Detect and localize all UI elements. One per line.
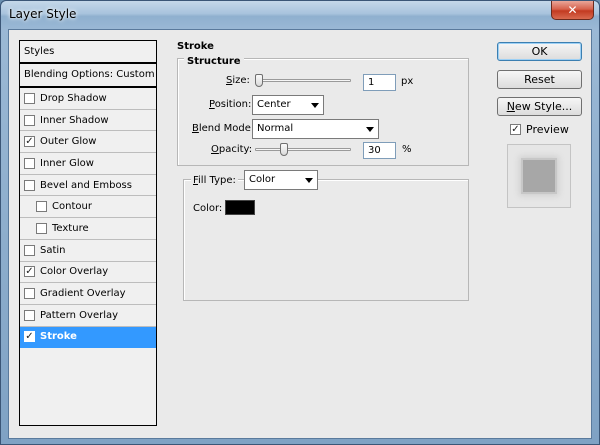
style-item-label: Gradient Overlay [40, 288, 126, 300]
dialog-body: Styles Blending Options: Custom Drop Sha… [8, 29, 592, 439]
reset-button[interactable]: Reset [497, 70, 582, 89]
style-item-label: Pattern Overlay [40, 309, 119, 321]
preview-toggle[interactable]: ✓ Preview [510, 123, 569, 136]
style-item-label: Inner Glow [40, 157, 94, 169]
opacity-label: Opacity: [211, 144, 253, 155]
style-checkbox[interactable] [36, 222, 47, 234]
style-items: Drop Shadow Inner Shadow ✓ Outer Glow Inner … [20, 88, 156, 349]
style-item-color-overlay[interactable]: ✓ Color Overlay [20, 261, 156, 284]
fill-type-value: Color [249, 174, 276, 185]
preview-swatch [523, 160, 555, 192]
style-item-texture[interactable]: Texture [20, 218, 156, 240]
style-item-outer-glow[interactable]: ✓ Outer Glow [20, 131, 156, 154]
chevron-down-icon [305, 178, 313, 183]
blend-mode-value: Normal [257, 123, 294, 134]
style-item-inner-glow[interactable]: Inner Glow [20, 153, 156, 175]
style-item-inner-shadow[interactable]: Inner Shadow [20, 109, 156, 132]
window-title: Layer Style [9, 7, 77, 21]
opacity-input[interactable]: 30 [363, 142, 396, 159]
style-item-stroke[interactable]: ✓ Stroke [20, 326, 156, 349]
style-item-label: Contour [52, 201, 92, 213]
stroke-section-title: Stroke [177, 41, 214, 52]
style-item-label: Outer Glow [40, 136, 97, 148]
style-checkbox[interactable] [24, 114, 35, 126]
preview-label: Preview [526, 123, 569, 136]
structure-title: Structure [184, 56, 244, 67]
opacity-slider-track[interactable] [255, 148, 351, 151]
size-label: Size: [226, 75, 250, 86]
style-item-label: Drop Shadow [40, 92, 107, 104]
size-unit: px [401, 76, 414, 87]
new-style-button[interactable]: New Style... [497, 97, 582, 116]
style-checkbox[interactable]: ✓ [24, 136, 35, 148]
position-label: Position: [209, 99, 252, 110]
color-label: Color: [193, 203, 223, 214]
blend-mode-dropdown[interactable]: Normal [252, 119, 379, 139]
opacity-slider-thumb[interactable] [279, 143, 288, 156]
style-checkbox[interactable]: ✓ [24, 266, 35, 278]
style-checkbox[interactable] [24, 179, 35, 191]
size-slider-thumb[interactable] [255, 74, 263, 87]
style-checkbox[interactable] [24, 288, 35, 300]
style-item-label: Texture [52, 222, 89, 234]
style-item-satin[interactable]: Satin [20, 239, 156, 262]
style-checkbox[interactable] [24, 244, 35, 256]
style-checkbox[interactable] [36, 201, 47, 213]
color-swatch[interactable] [225, 200, 255, 215]
style-checkbox[interactable] [24, 157, 35, 169]
layer-style-window: Layer Style ✕ Styles Blending Options: C… [0, 0, 600, 445]
position-dropdown[interactable]: Center [252, 95, 324, 115]
blending-options-item[interactable]: Blending Options: Custom [20, 64, 156, 88]
style-item-gradient-overlay[interactable]: Gradient Overlay [20, 283, 156, 305]
chevron-down-icon [311, 103, 319, 108]
style-checkbox[interactable] [24, 92, 35, 104]
chevron-down-icon [366, 127, 374, 132]
styles-header[interactable]: Styles [20, 41, 156, 64]
size-slider-track[interactable] [255, 79, 351, 82]
fill-group [183, 179, 469, 301]
title-bar[interactable]: Layer Style ✕ [1, 1, 599, 29]
styles-list: Styles Blending Options: Custom Drop Sha… [19, 40, 157, 426]
style-item-label: Stroke [40, 331, 77, 343]
style-item-contour[interactable]: Contour [20, 196, 156, 219]
size-input[interactable]: 1 [363, 74, 396, 91]
style-item-label: Inner Shadow [40, 114, 109, 126]
fill-type-dropdown[interactable]: Color [244, 170, 318, 190]
fill-type-label: Fill Type: [191, 175, 238, 186]
blend-mode-label: Blend Mode: [192, 123, 255, 134]
position-value: Center [257, 99, 291, 110]
style-item-label: Bevel and Emboss [40, 179, 132, 191]
style-item-drop-shadow[interactable]: Drop Shadow [20, 88, 156, 110]
opacity-unit: % [402, 144, 412, 155]
close-button[interactable]: ✕ [551, 1, 594, 20]
style-item-bevel-and-emboss[interactable]: Bevel and Emboss [20, 174, 156, 197]
preview-checkbox[interactable]: ✓ [510, 124, 521, 135]
ok-button[interactable]: OK [497, 42, 582, 61]
style-item-label: Satin [40, 244, 66, 256]
style-checkbox[interactable] [24, 309, 35, 321]
style-checkbox[interactable]: ✓ [24, 331, 35, 343]
close-icon: ✕ [567, 3, 578, 17]
style-preview [507, 144, 571, 208]
style-item-label: Color Overlay [40, 266, 109, 278]
style-item-pattern-overlay[interactable]: Pattern Overlay [20, 304, 156, 327]
